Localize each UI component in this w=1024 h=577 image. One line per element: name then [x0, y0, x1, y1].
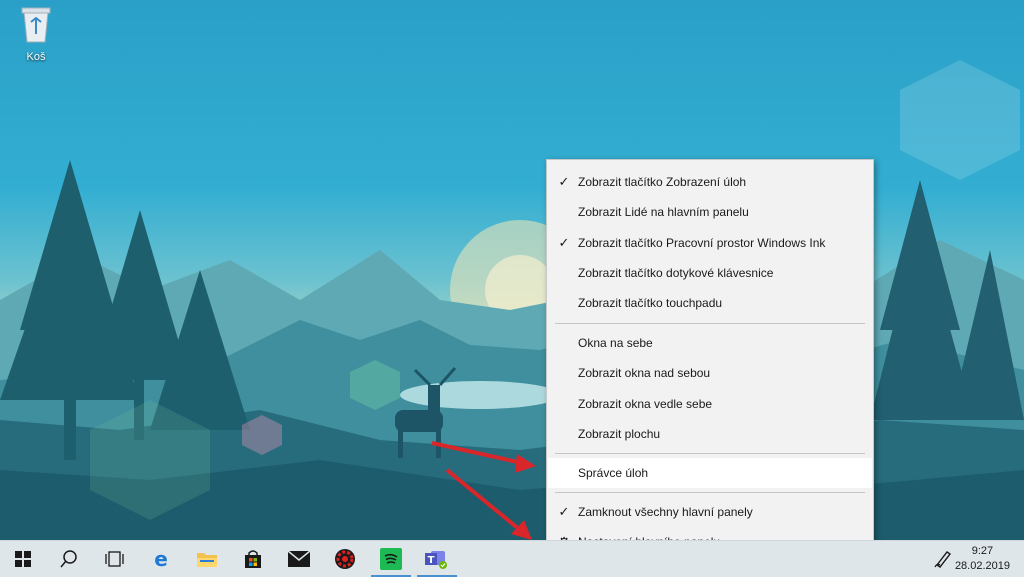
menu-item-label: Zamknout všechny hlavní panely	[578, 505, 753, 519]
recycle-bin-icon	[21, 7, 51, 43]
taskbar: e T 9:27 28.02.2019	[0, 540, 1024, 577]
mail-button[interactable]	[276, 541, 322, 577]
store-button[interactable]	[230, 541, 276, 577]
menu-item-side-by-side-windows[interactable]: Zobrazit okna vedle sebe	[548, 389, 872, 419]
spotify-icon	[380, 548, 402, 570]
menu-item-label: Zobrazit tlačítko dotykové klávesnice	[578, 266, 774, 280]
svg-text:T: T	[428, 555, 435, 566]
menu-item-label: Zobrazit tlačítko touchpadu	[578, 296, 723, 310]
menu-item-show-touchpad[interactable]: Zobrazit tlačítko touchpadu	[548, 288, 872, 318]
menu-item-label: Okna na sebe	[578, 336, 653, 350]
search-icon	[60, 550, 77, 568]
menu-item-label: Zobrazit okna vedle sebe	[578, 397, 713, 411]
menu-item-stack-windows[interactable]: Zobrazit okna nad sebou	[548, 358, 872, 388]
menu-item-label: Zobrazit plochu	[578, 427, 661, 441]
clock-date: 28.02.2019	[954, 560, 1010, 572]
menu-item-show-desktop[interactable]: Zobrazit plochu	[548, 419, 872, 449]
red-gear-app-button[interactable]	[322, 541, 368, 577]
mail-icon	[288, 551, 310, 567]
taskbar-clock[interactable]: 9:27 28.02.2019	[955, 544, 1010, 574]
windows-ink-button[interactable]	[928, 541, 958, 577]
menu-item-lock-taskbars[interactable]: ✓ Zamknout všechny hlavní panely	[548, 497, 872, 527]
menu-item-cascade-windows[interactable]: Okna na sebe	[548, 328, 872, 358]
store-bag-icon	[245, 550, 261, 568]
menu-separator	[555, 492, 865, 493]
menu-item-label: Zobrazit tlačítko Zobrazení úloh	[578, 175, 747, 189]
windows-logo-icon	[15, 551, 31, 567]
menu-separator	[555, 453, 865, 454]
search-button[interactable]	[46, 541, 92, 577]
menu-item-label: Zobrazit tlačítko Pracovní prostor Windo…	[578, 236, 826, 250]
pen-icon	[934, 551, 952, 568]
teams-icon: T	[425, 551, 447, 569]
recycle-bin-label: Koš	[26, 51, 46, 63]
teams-button[interactable]: T	[414, 541, 460, 577]
menu-item-show-windows-ink[interactable]: ✓ Zobrazit tlačítko Pracovní prostor Win…	[548, 228, 872, 258]
menu-item-label: Zobrazit Lidé na hlavním panelu	[578, 205, 749, 219]
task-view-button[interactable]	[92, 541, 138, 577]
recycle-bin[interactable]: Koš	[14, 4, 58, 63]
menu-item-show-task-view-button[interactable]: ✓ Zobrazit tlačítko Zobrazení úloh	[548, 167, 872, 197]
edge-icon: e	[154, 549, 168, 569]
checkmark-icon: ✓	[558, 174, 570, 189]
start-button[interactable]	[0, 541, 46, 577]
taskbar-context-menu: ✓ Zobrazit tlačítko Zobrazení úloh Zobra…	[546, 159, 874, 567]
folder-icon	[197, 553, 217, 567]
menu-item-label: Zobrazit okna nad sebou	[578, 366, 711, 380]
edge-button[interactable]: e	[138, 541, 184, 577]
file-explorer-button[interactable]	[184, 541, 230, 577]
checkmark-icon: ✓	[558, 235, 570, 250]
menu-item-label: Správce úloh	[578, 466, 649, 480]
red-gear-app-icon	[335, 549, 355, 569]
menu-item-task-manager[interactable]: Správce úloh	[548, 458, 872, 488]
spotify-button[interactable]	[368, 541, 414, 577]
svg-text:e: e	[154, 549, 168, 569]
menu-item-show-touch-keyboard[interactable]: Zobrazit tlačítko dotykové klávesnice	[548, 258, 872, 288]
checkmark-icon: ✓	[558, 504, 570, 519]
clock-time: 9:27	[971, 545, 994, 557]
menu-separator	[555, 323, 865, 324]
task-view-icon	[105, 551, 124, 567]
menu-item-show-people[interactable]: Zobrazit Lidé na hlavním panelu	[548, 197, 872, 227]
